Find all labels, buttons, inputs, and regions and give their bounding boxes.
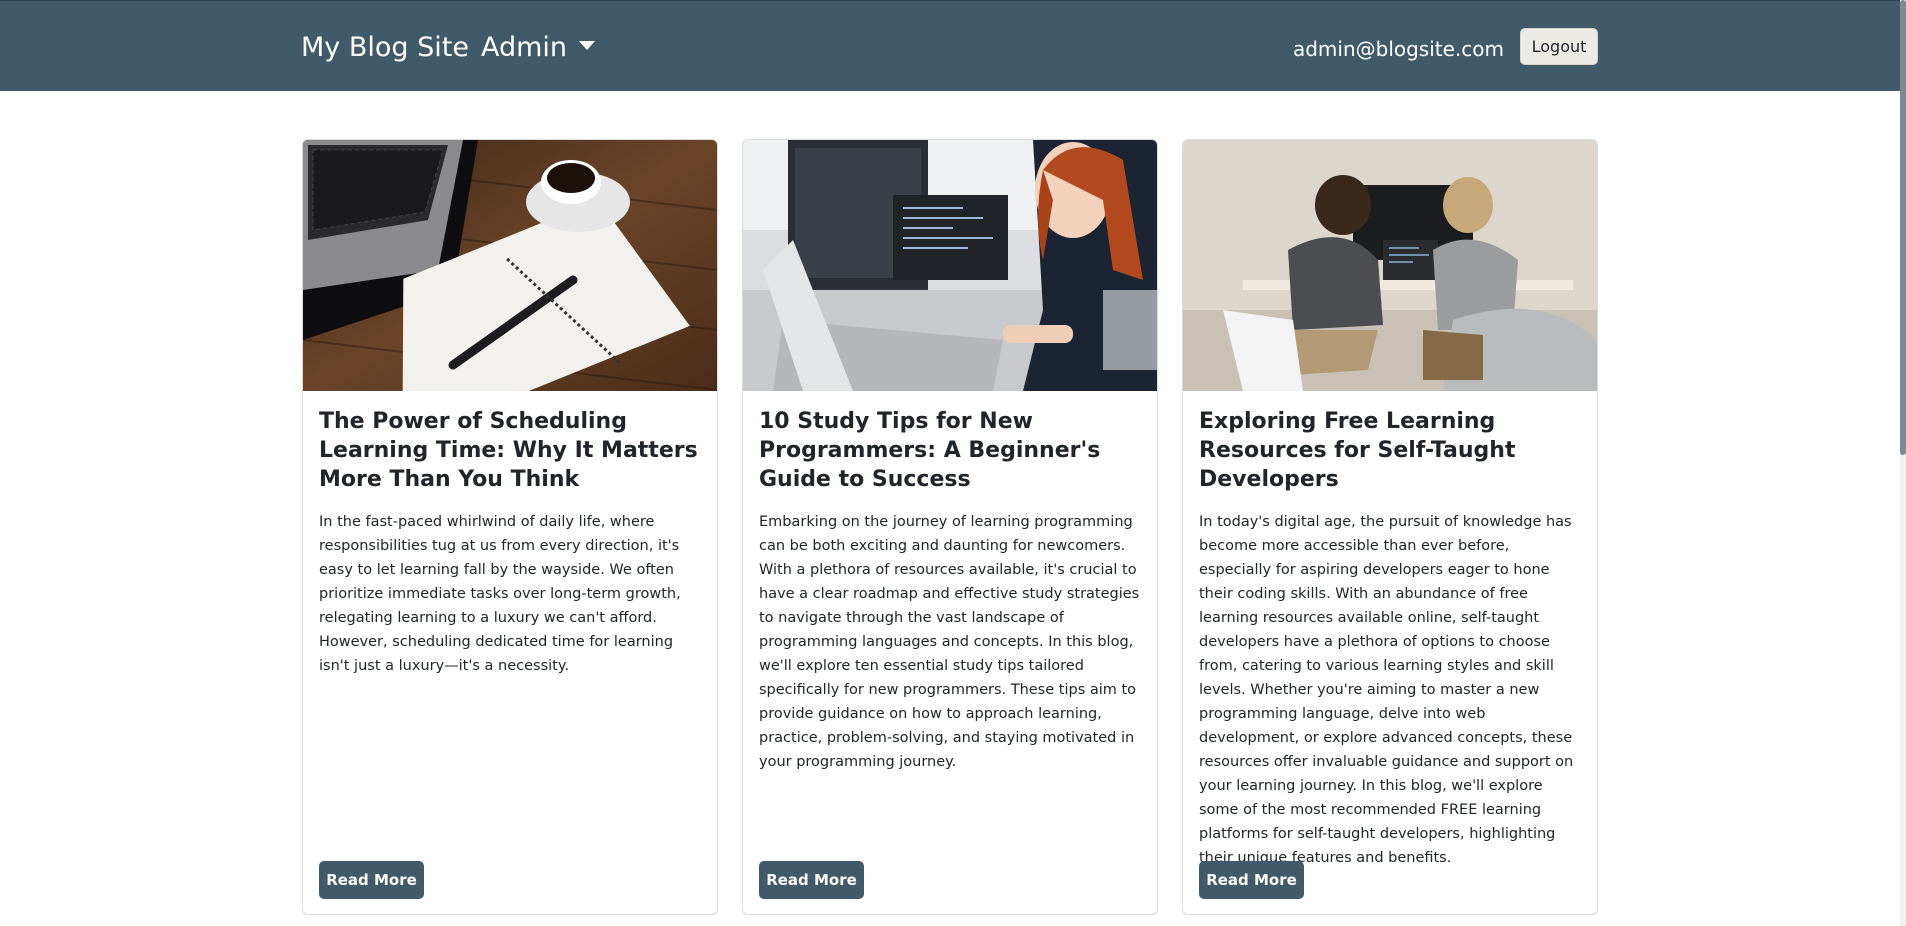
blog-post-card: 10 Study Tips for New Programmers: A Beg…: [742, 139, 1158, 915]
page-scrollbar[interactable]: [1900, 0, 1906, 926]
post-image: [743, 140, 1157, 391]
brand-link[interactable]: My Blog Site: [301, 31, 469, 65]
blog-post-card: The Power of Scheduling Learning Time: W…: [302, 139, 718, 915]
user-email: admin@blogsite.com: [1292, 37, 1504, 61]
post-image: [303, 140, 717, 391]
post-title: The Power of Scheduling Learning Time: W…: [319, 409, 698, 492]
post-image: [1183, 140, 1597, 391]
admin-dropdown-toggle[interactable]: Admin: [481, 31, 596, 65]
admin-dropdown-label: Admin: [481, 32, 568, 63]
post-excerpt: In the fast-paced whirlwind of daily lif…: [319, 514, 681, 674]
top-navbar: My Blog Site Admin admin@blogsite.com Lo…: [0, 0, 1906, 91]
scrollbar-thumb[interactable]: [1900, 0, 1906, 455]
read-more-button[interactable]: Read More: [1199, 861, 1304, 899]
blog-post-card: Exploring Free Learning Resources for Se…: [1182, 139, 1598, 915]
logout-button[interactable]: Logout: [1520, 28, 1598, 65]
post-excerpt: Embarking on the journey of learning pro…: [759, 514, 1140, 770]
post-title: 10 Study Tips for New Programmers: A Beg…: [759, 409, 1101, 492]
desk-notebook-photo: [303, 140, 717, 391]
read-more-button[interactable]: Read More: [319, 861, 424, 899]
post-title: Exploring Free Learning Resources for Se…: [1199, 409, 1516, 492]
post-excerpt: In today's digital age, the pursuit of k…: [1199, 514, 1574, 866]
chevron-down-icon: [579, 41, 596, 50]
two-developers-photo: [1183, 140, 1597, 391]
programmer-woman-photo: [743, 140, 1157, 391]
read-more-button[interactable]: Read More: [759, 861, 864, 899]
